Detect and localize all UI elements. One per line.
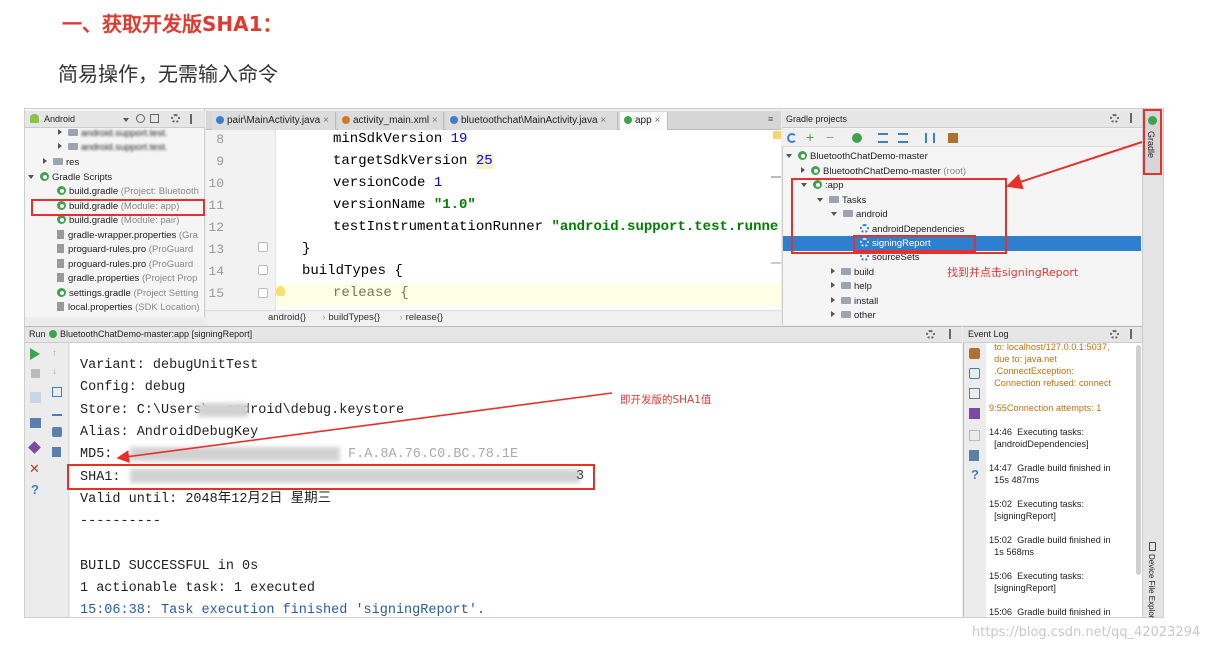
- arrow-to-sha1: [116, 392, 613, 463]
- arrow-to-app: [1006, 141, 1143, 190]
- annotation-arrows: [116, 141, 1143, 463]
